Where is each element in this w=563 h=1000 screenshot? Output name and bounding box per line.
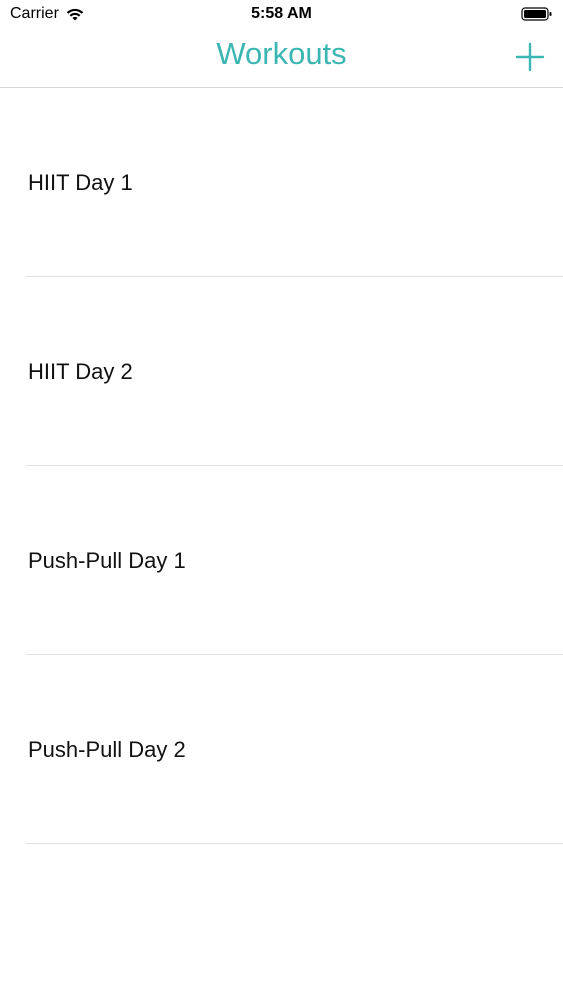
workout-label: Push-Pull Day 1 — [28, 548, 186, 573]
status-time: 5:58 AM — [251, 5, 312, 22]
navigation-bar: Workouts — [0, 30, 563, 88]
battery-icon — [521, 7, 552, 21]
workout-list: HIIT Day 1 HIIT Day 2 Push-Pull Day 1 Pu… — [0, 88, 563, 844]
workout-list-item[interactable]: Push-Pull Day 2 — [0, 655, 563, 844]
plus-icon — [515, 42, 545, 72]
add-workout-button[interactable] — [513, 40, 547, 74]
workout-list-item[interactable]: HIIT Day 2 — [0, 277, 563, 466]
status-bar: Carrier 5:58 AM — [0, 0, 563, 30]
workout-list-item[interactable]: HIIT Day 1 — [0, 88, 563, 277]
workout-label: Push-Pull Day 2 — [28, 737, 186, 762]
page-title: Workouts — [216, 36, 347, 71]
workout-label: HIIT Day 1 — [28, 170, 133, 195]
workout-list-item[interactable]: Push-Pull Day 1 — [0, 466, 563, 655]
workout-label: HIIT Day 2 — [28, 359, 133, 384]
